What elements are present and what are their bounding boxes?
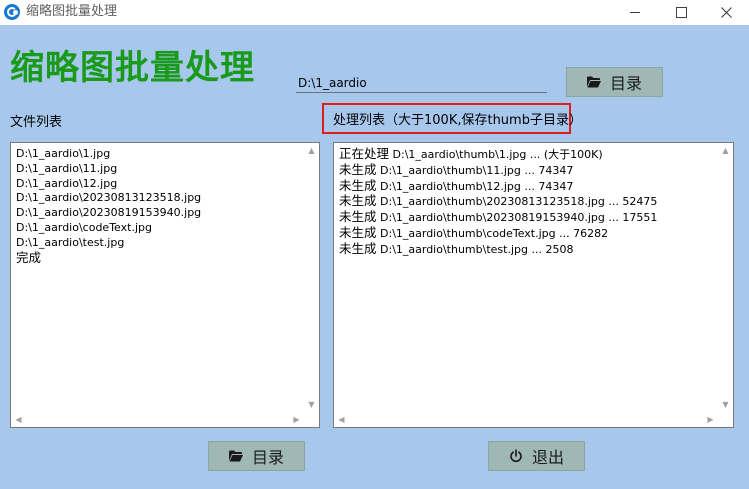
process-item: 未生成 D:\1_aardio\thumb\test.jpg ... 2508 (339, 240, 717, 258)
process-item: 未生成 D:\1_aardio\thumb\20230819153940.jpg… (339, 209, 717, 226)
process-item-status: 未生成 (339, 224, 377, 240)
list-item: D:\1_aardio\test.jpg (16, 235, 125, 249)
window-title: 缩略图批量处理 (26, 4, 118, 19)
minimize-button[interactable] (612, 0, 658, 25)
exit-button[interactable]: 退出 (488, 441, 585, 471)
list-item: D:\1_aardio\1.jpg (16, 147, 111, 160)
list-item: D:\1_aardio\20230819153940.jpg (16, 206, 202, 220)
directory-button[interactable]: 目录 (208, 441, 305, 471)
app-logo-icon (4, 4, 20, 20)
process-item-status: 未生成 (339, 193, 377, 209)
process-item-status: 未生成 (339, 177, 377, 193)
process-item: 未生成 D:\1_aardio\thumb\11.jpg ... 74347 (339, 161, 717, 179)
scroll-down-icon[interactable]: ▼ (304, 397, 319, 412)
title-bar: 缩略图批量处理 (0, 0, 749, 25)
scroll-down-icon[interactable]: ▼ (718, 397, 733, 412)
power-icon (510, 449, 522, 463)
process-item-path: D:\1_aardio\thumb\test.jpg ... 2508 (376, 242, 574, 256)
scroll-up-icon[interactable]: ▲ (304, 143, 319, 158)
vertical-scrollbar[interactable]: ▲ ▼ (718, 143, 733, 412)
process-item-status: 未生成 (339, 161, 377, 177)
path-input[interactable] (296, 74, 547, 93)
process-item-status: 未生成 (339, 209, 377, 225)
vertical-scrollbar[interactable]: ▲ ▼ (304, 143, 319, 412)
list-item: D:\1_aardio\12.jpg (16, 176, 118, 190)
process-item-status: 正在处理 (339, 146, 390, 161)
process-item-path: D:\1_aardio\thumb\11.jpg ... 74347 (376, 163, 574, 177)
process-item: 未生成 D:\1_aardio\thumb\12.jpg ... 74347 (339, 177, 717, 195)
process-list-label: 处理列表（大于100K,保存thumb子目录） (322, 103, 582, 134)
process-item: 未生成 D:\1_aardio\thumb\codeText.jpg ... 7… (339, 224, 717, 242)
process-list-box[interactable]: 正在处理 D:\1_aardio\thumb\1.jpg ... (大于100K… (333, 142, 734, 428)
client-area: 缩略图批量处理 目录 文件列表 处理列表（大于100K,保存thumb子目录） … (0, 25, 749, 489)
page-title: 缩略图批量处理 (10, 48, 255, 88)
file-list-content: D:\1_aardio\1.jpg D:\1_aardio\11.jpg D:\… (16, 147, 303, 265)
list-item: D:\1_aardio\20230813123518.jpg (16, 191, 202, 205)
process-item-path: D:\1_aardio\thumb\20230813123518.jpg ...… (376, 195, 658, 209)
directory-button-label: 目录 (251, 448, 284, 467)
maximize-button[interactable] (658, 0, 704, 25)
process-item-status: 未生成 (339, 240, 377, 256)
minimize-icon (630, 12, 640, 13)
list-item: D:\1_aardio\11.jpg (16, 161, 118, 175)
process-item: 正在处理 D:\1_aardio\thumb\1.jpg ... (大于100K… (339, 146, 717, 163)
scroll-right-icon[interactable]: ▶ (289, 412, 304, 427)
horizontal-scrollbar[interactable]: ◀ ▶ (11, 412, 304, 427)
close-button[interactable] (703, 0, 749, 25)
file-list-label: 文件列表 (10, 115, 63, 130)
process-item-path: D:\1_aardio\thumb\1.jpg ... (大于100K) (389, 148, 603, 161)
file-list-box[interactable]: D:\1_aardio\1.jpg D:\1_aardio\11.jpg D:\… (10, 142, 320, 428)
scroll-left-icon[interactable]: ◀ (11, 412, 26, 427)
exit-button-label: 退出 (531, 448, 564, 467)
process-list-content: 正在处理 D:\1_aardio\thumb\1.jpg ... (大于100K… (339, 146, 717, 258)
select-directory-button[interactable]: 目录 (566, 67, 663, 97)
scroll-up-icon[interactable]: ▲ (718, 143, 733, 158)
process-item-path: D:\1_aardio\thumb\codeText.jpg ... 76282 (376, 226, 609, 240)
list-item-done: 完成 (16, 249, 42, 265)
process-list-label-text: 处理列表（大于100K,保存thumb子目录） (333, 113, 582, 128)
horizontal-scrollbar[interactable]: ◀ ▶ (334, 412, 718, 427)
process-item-path: D:\1_aardio\thumb\12.jpg ... 74347 (376, 179, 574, 193)
folder-icon (586, 76, 601, 88)
maximize-icon (675, 7, 687, 18)
process-item-path: D:\1_aardio\thumb\20230819153940.jpg ...… (376, 211, 658, 225)
select-directory-label: 目录 (609, 74, 642, 93)
process-item: 未生成 D:\1_aardio\thumb\20230813123518.jpg… (339, 193, 717, 210)
close-icon (720, 7, 732, 18)
list-item: D:\1_aardio\codeText.jpg (16, 220, 152, 234)
scroll-right-icon[interactable]: ▶ (703, 412, 718, 427)
scrollbar-corner (304, 412, 319, 427)
scroll-left-icon[interactable]: ◀ (334, 412, 349, 427)
folder-icon (228, 450, 243, 462)
scrollbar-corner (718, 412, 733, 427)
